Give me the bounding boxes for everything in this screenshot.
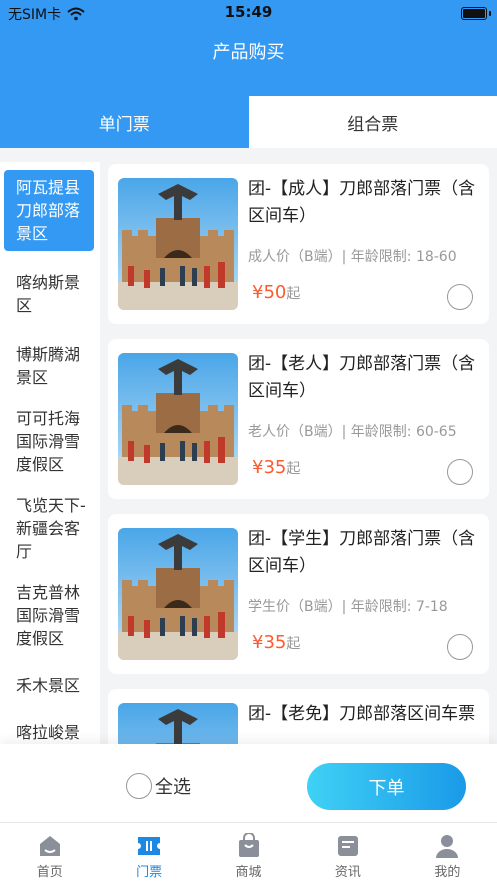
ticket-icon: [138, 837, 161, 855]
tabbar-item-shop[interactable]: 商城: [199, 823, 298, 883]
select-all-label: 全选: [155, 777, 191, 798]
tabbar-item-news[interactable]: 资讯: [298, 823, 397, 883]
select-radio[interactable]: [447, 284, 473, 310]
price-suffix: 起: [286, 461, 301, 477]
status-time: 15:49: [224, 3, 273, 21]
product-card[interactable]: 团-【老人】刀郎部落门票（含区间车） 老人价（B端）| 年龄限制: 60-65 …: [108, 339, 489, 499]
ticket-type-tabs: 单门票 组合票: [0, 96, 497, 148]
tab-single-ticket[interactable]: 单门票: [0, 96, 249, 148]
product-card[interactable]: 团-【成人】刀郎部落门票（含区间车） 成人价（B端）| 年龄限制: 18-60 …: [108, 164, 489, 324]
product-price: ¥50起: [252, 282, 300, 303]
product-list: 团-【成人】刀郎部落门票（含区间车） 成人价（B端）| 年龄限制: 18-60 …: [108, 162, 491, 744]
sidebar-item-daolang[interactable]: 阿瓦提县刀郎部落景区: [4, 170, 94, 251]
sidebar-item-kalajun[interactable]: 喀拉峻景区: [4, 715, 94, 744]
tabbar-item-mine[interactable]: 我的: [398, 823, 497, 883]
select-all-radio[interactable]: [126, 773, 152, 799]
product-title: 团-【学生】刀郎部落门票（含区间车）: [248, 529, 476, 576]
select-radio[interactable]: [447, 634, 473, 660]
bottom-action-bar: 全选 下单: [0, 744, 497, 822]
product-title: 团-【成人】刀郎部落门票（含区间车）: [248, 179, 476, 226]
price-value: ¥35: [252, 457, 287, 478]
product-subtitle: 学生价（B端）| 年龄限制: 7-18: [248, 599, 448, 615]
price-suffix: 起: [286, 636, 301, 652]
status-bar: 无SIM卡 15:49: [0, 0, 497, 26]
product-image: [118, 178, 238, 310]
tabbar-item-home[interactable]: 首页: [0, 823, 99, 883]
home-icon: [39, 836, 60, 856]
scenic-sidebar: 阿瓦提县刀郎部落景区 喀纳斯景区 博斯腾湖景区 可可托海国际滑雪度假区 飞览天下…: [0, 162, 100, 744]
product-image: [118, 528, 238, 660]
product-subtitle: 成人价（B端）| 年龄限制: 18-60: [248, 249, 457, 265]
page-title: 产品购买: [0, 26, 497, 96]
sidebar-item-koktokay[interactable]: 可可托海国际滑雪度假区: [4, 401, 94, 482]
product-price: ¥35起: [252, 632, 300, 653]
product-title: 团-【老免】刀郎部落区间车票: [248, 704, 476, 724]
battery-nub: [489, 11, 491, 16]
tabbar-label: 商城: [235, 865, 262, 880]
price-suffix: 起: [286, 286, 301, 302]
sidebar-item-jikepulin[interactable]: 吉克普林国际滑雪度假区: [4, 575, 94, 656]
product-card[interactable]: 团-【老免】刀郎部落区间车票: [108, 689, 489, 744]
user-icon: [436, 835, 459, 858]
select-radio[interactable]: [447, 459, 473, 485]
bottom-tabbar: 首页 门票 商城 资讯 我的: [0, 822, 497, 883]
product-image: [118, 353, 238, 485]
tabbar-label: 首页: [36, 865, 63, 880]
order-button[interactable]: 下单: [307, 763, 466, 810]
tabbar-label: 门票: [136, 865, 163, 880]
product-subtitle: 老人价（B端）| 年龄限制: 60-65: [248, 424, 457, 440]
product-title: 团-【老人】刀郎部落门票（含区间车）: [248, 354, 476, 401]
news-icon: [337, 836, 358, 856]
select-all-toggle[interactable]: 全选: [126, 773, 191, 799]
tabbar-item-ticket[interactable]: 门票: [99, 823, 198, 883]
tab-combo-ticket[interactable]: 组合票: [248, 96, 497, 148]
tabbar-label: 我的: [434, 865, 461, 880]
price-value: ¥35: [252, 632, 287, 653]
battery-icon: [461, 7, 487, 20]
sidebar-item-hemu[interactable]: 禾木景区: [4, 668, 94, 703]
sidebar-item-bosten[interactable]: 博斯腾湖景区: [4, 337, 94, 395]
product-price: ¥35起: [252, 457, 300, 478]
product-image: [118, 703, 238, 744]
tabbar-label: 资讯: [334, 865, 361, 880]
price-value: ¥50: [252, 282, 287, 303]
sidebar-item-feilan[interactable]: 飞览天下-新疆会客厅: [4, 488, 94, 569]
shop-bag-icon: [238, 833, 259, 857]
product-card[interactable]: 团-【学生】刀郎部落门票（含区间车） 学生价（B端）| 年龄限制: 7-18 ¥…: [108, 514, 489, 674]
sidebar-item-kanas[interactable]: 喀纳斯景区: [4, 265, 94, 323]
